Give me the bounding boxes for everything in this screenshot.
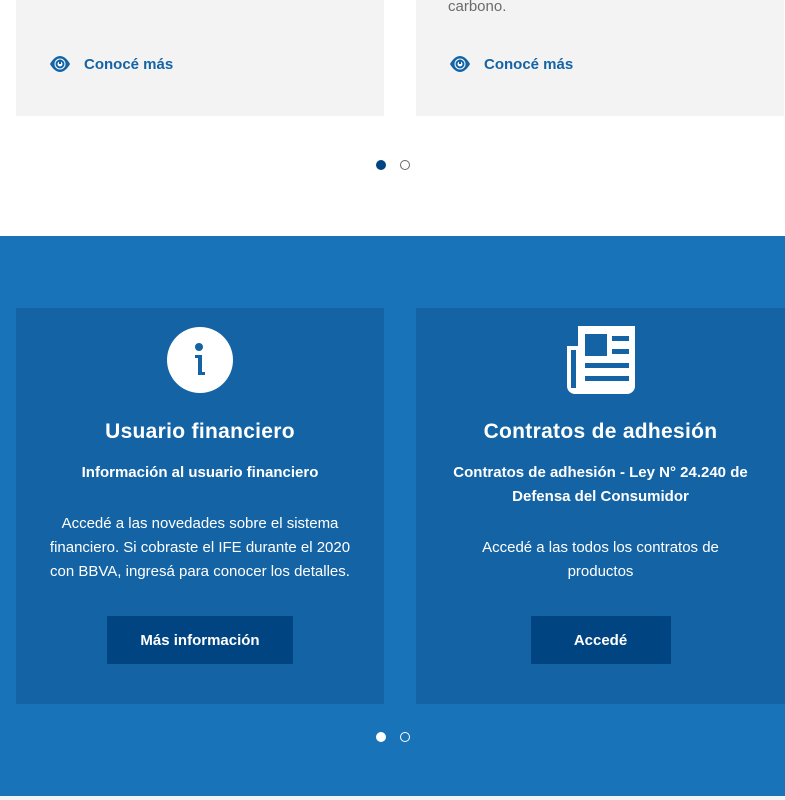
conoce-mas-label: Conocé más (484, 55, 574, 73)
footer-strip (0, 796, 785, 800)
card-title: Contratos de adhesión (483, 420, 718, 443)
card-description: Accedé a las novedades sobre el sistema … (49, 515, 351, 580)
top-cards-section: Conocé más carbono. Conocé más (0, 0, 785, 236)
conoce-mas-link-left[interactable]: Conocé más (48, 52, 173, 76)
card-tail-text: carbono. (448, 0, 507, 15)
conoce-mas-label: Conocé más (84, 55, 174, 73)
accede-button[interactable]: Accedé (530, 616, 671, 664)
mas-informacion-button[interactable]: Más información (107, 616, 293, 664)
conoce-mas-link-right[interactable]: Conocé más (448, 52, 573, 76)
info-icon (167, 327, 233, 393)
card-title: Usuario financiero (105, 420, 295, 443)
contratos-adhesion-card: Contratos de adhesión Contratos de adhes… (416, 308, 785, 704)
carousel-dot-1[interactable] (375, 160, 386, 170)
card-subtitle: Contratos de adhesión - Ley N° 24.240 de… (453, 464, 748, 505)
top-carousel-dots (0, 160, 785, 170)
gray-card-left: Conocé más (16, 0, 384, 116)
carousel-dot-2[interactable] (399, 160, 410, 170)
card-description: Accedé a las todos los contratos de prod… (482, 539, 719, 580)
eye-icon (450, 56, 470, 72)
blue-carousel-dots (0, 732, 785, 742)
newspaper-icon (566, 326, 635, 394)
usuario-financiero-card: Usuario financiero Información al usuari… (16, 308, 384, 704)
carousel-dot-2[interactable] (399, 732, 410, 742)
card-subtitle: Información al usuario financiero (81, 464, 319, 481)
eye-icon (50, 56, 70, 72)
carousel-dot-1[interactable] (375, 732, 386, 742)
gray-card-right: carbono. Conocé más (416, 0, 784, 116)
blue-info-section: Usuario financiero Información al usuari… (0, 236, 785, 796)
